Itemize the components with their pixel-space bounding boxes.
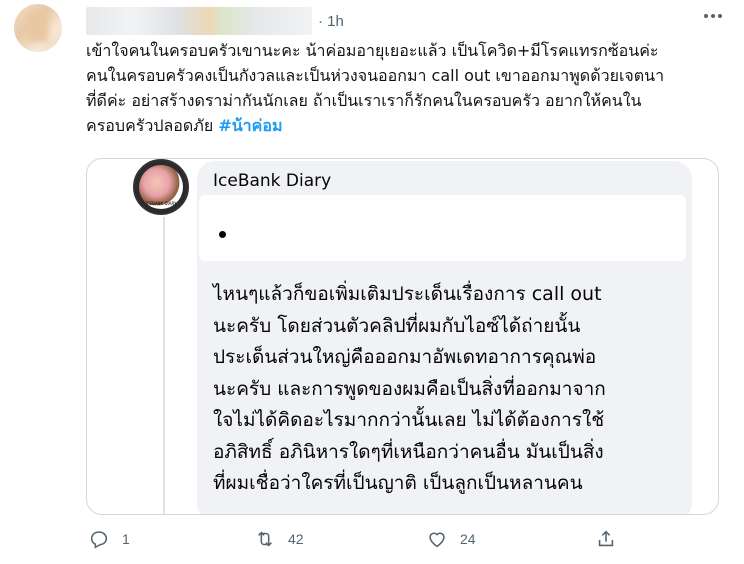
page-avatar: ICEBANK DIARY — [133, 159, 189, 215]
bullet-icon — [219, 231, 226, 238]
blurred-username[interactable] — [86, 7, 312, 35]
tweet-text-line: ครอบครัวปลอดภัย #น้าค่อม — [86, 113, 726, 138]
attached-image[interactable]: ICEBANK DIARY IceBank Diary ไหนๆแล้วก็ขอ… — [86, 158, 719, 515]
comment-line: ใจไม่ได้คิดอะไรมากกว่านั้นเลย ไม่ได้ต้อง… — [213, 409, 605, 431]
heart-icon — [429, 532, 445, 548]
comment-body: ไหนๆแล้วก็ขอเพิ่มเติมประเด็นเรื่องการ ca… — [213, 279, 683, 500]
comment-line: อภิสิทธิ์ อภินิหารใดๆที่เหนือกว่าคนอื่น … — [213, 440, 604, 463]
hashtag-link[interactable]: #น้าค่อม — [218, 116, 282, 135]
tweet-text-line-tail: ครอบครัวปลอดภัย — [86, 116, 214, 135]
retweet-icon — [258, 531, 272, 547]
quoted-box — [199, 195, 686, 261]
comment-line: ไหนๆแล้วก็ขอเพิ่มเติมประเด็นเรื่องการ ca… — [213, 283, 602, 305]
tweet-text-line: คนในครอบครัวคงเป็นกังวลและเป็นห่วงจนออกม… — [86, 66, 665, 85]
retweet-button[interactable]: 42 — [254, 528, 304, 550]
reply-button[interactable]: 1 — [88, 528, 130, 550]
share-button[interactable] — [595, 528, 617, 550]
comment-line: นะครับ และการพูดของผมคือเป็นสิ่งที่ออกมา… — [213, 377, 606, 400]
avatar-caption: ICEBANK DIARY — [145, 201, 177, 206]
comment-line: นะครับ โดยส่วนตัวคลิปที่ผมกับไอซ์ได้ถ่าย… — [213, 314, 581, 337]
comment-line: ที่ผมเชื่อว่าใครที่เป็นญาติ เป็นลูกเป็นห… — [213, 472, 583, 494]
tweet-time[interactable]: · 1h — [318, 13, 344, 30]
tweet-time-value: 1h — [327, 12, 344, 30]
more-icon[interactable] — [704, 14, 722, 18]
retweet-count: 42 — [288, 531, 304, 547]
like-count: 24 — [460, 531, 476, 547]
tweet-actions: 1 42 24 — [86, 528, 726, 556]
share-icon — [598, 530, 614, 547]
tweet-text-line: ที่ดีค่ะ อย่าสร้างดราม่ากันนักเลย ถ้าเป็… — [86, 91, 642, 110]
tweet-text: เข้าใจคนในครอบครัวเขานะคะ น้าค่อมอายุเยอ… — [86, 38, 726, 138]
comment-thread-line — [163, 217, 165, 514]
comment-line: ประเด็นส่วนใหญ่คือออกมาอัพเดทอาการคุณพ่อ — [213, 346, 597, 368]
like-button[interactable]: 24 — [426, 528, 476, 550]
user-avatar[interactable] — [14, 4, 62, 52]
page-name: IceBank Diary — [213, 171, 332, 191]
reply-icon — [90, 531, 108, 549]
tweet-text-line: เข้าใจคนในครอบครัวเขานะคะ น้าค่อมอายุเยอ… — [86, 41, 659, 60]
tweet-header: · 1h — [86, 6, 344, 36]
reply-count: 1 — [122, 531, 130, 547]
